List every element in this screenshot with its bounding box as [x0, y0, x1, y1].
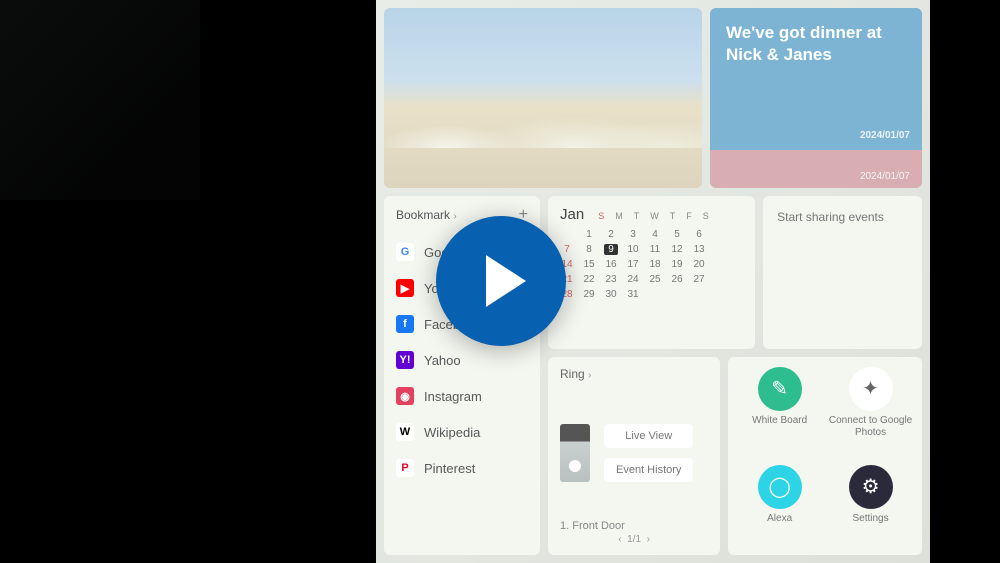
ring-event-history-button[interactable]: Event History [604, 458, 693, 482]
calendar-day[interactable]: 15 [582, 259, 596, 270]
app-icon: ⚙ [849, 465, 893, 509]
ring-widget: Ring › Live View Event History 1. Front … [548, 357, 720, 555]
bookmark-item-pinterest[interactable]: P Pinterest [396, 450, 528, 486]
calendar-day[interactable]: 20 [692, 259, 706, 270]
calendar-day[interactable]: 5 [670, 229, 684, 240]
events-widget[interactable]: Start sharing events [763, 196, 922, 349]
calendar-day[interactable]: 1 [582, 229, 596, 240]
calendar-day[interactable]: 2 [604, 229, 618, 240]
calendar-day[interactable]: 4 [648, 229, 662, 240]
yahoo-icon: Y! [396, 351, 414, 369]
calendar-day[interactable]: 29 [582, 289, 596, 300]
calendar-day[interactable]: 27 [692, 274, 706, 285]
bookmark-label: Pinterest [424, 461, 475, 476]
ring-title[interactable]: Ring › [560, 367, 708, 381]
calendar-widget[interactable]: Jan SMTWTFS 1234567891011121314151617181… [548, 196, 755, 349]
calendar-day[interactable]: 17 [626, 259, 640, 270]
bookmark-label: Wikipedia [424, 425, 480, 440]
app-label: Connect to Google Photos [827, 415, 914, 439]
chevron-right-icon: › [588, 370, 591, 381]
reminder-text: We've got dinner at Nick & Janes [726, 22, 906, 66]
facebook-icon: f [396, 315, 414, 333]
bookmark-title[interactable]: Bookmark › [396, 208, 457, 222]
calendar-day[interactable]: 6 [692, 229, 706, 240]
reminder-date-top: 2024/01/07 [860, 129, 910, 142]
calendar-day[interactable]: 26 [670, 274, 684, 285]
app-settings[interactable]: ⚙ Settings [827, 465, 914, 545]
bookmark-label: Instagram [424, 389, 482, 404]
bookmark-item-yahoo[interactable]: Y! Yahoo [396, 342, 528, 378]
video-play-button[interactable] [436, 216, 566, 346]
calendar-day[interactable]: 13 [692, 244, 706, 255]
play-icon [486, 255, 526, 307]
pinterest-icon: P [396, 459, 414, 477]
reminder-widget[interactable]: We've got dinner at Nick & Janes 2024/01… [710, 8, 922, 188]
calendar-day [560, 229, 574, 240]
calendar-day[interactable]: 11 [648, 244, 662, 255]
apps-grid: ✎ White Board ✦ Connect to Google Photos ◯ Al… [728, 357, 922, 555]
calendar-day[interactable]: 16 [604, 259, 618, 270]
app-label: White Board [752, 415, 807, 427]
instagram-icon: ◉ [396, 387, 414, 405]
youtube-icon: ▶ [396, 279, 414, 297]
ambient-shadow [0, 0, 200, 200]
app-icon: ◯ [758, 465, 802, 509]
calendar-day [670, 289, 684, 300]
wikipedia-icon: W [396, 423, 414, 441]
chevron-right-icon: › [453, 211, 456, 222]
app-alexa[interactable]: ◯ Alexa [736, 465, 823, 545]
app-icon: ✦ [849, 367, 893, 411]
calendar-month: Jan [560, 206, 584, 223]
app-white-board[interactable]: ✎ White Board [736, 367, 823, 459]
photo-widget[interactable] [384, 8, 702, 188]
calendar-day[interactable]: 30 [604, 289, 618, 300]
reminder-date-bottom: 2024/01/07 [860, 171, 910, 182]
calendar-day[interactable]: 24 [626, 274, 640, 285]
bookmark-item-instagram[interactable]: ◉ Instagram [396, 378, 528, 414]
events-placeholder: Start sharing events [777, 210, 884, 224]
calendar-day[interactable]: 19 [670, 259, 684, 270]
calendar-day[interactable]: 10 [626, 244, 640, 255]
calendar-day[interactable]: 12 [670, 244, 684, 255]
calendar-day [648, 289, 662, 300]
calendar-day [692, 289, 706, 300]
calendar-day[interactable]: 7 [560, 244, 574, 255]
ring-device-label: 1. Front Door [560, 520, 708, 532]
google-icon: G [396, 243, 414, 261]
bookmark-label: Yahoo [424, 353, 461, 368]
calendar-day[interactable]: 18 [648, 259, 662, 270]
bookmark-item-wikipedia[interactable]: W Wikipedia [396, 414, 528, 450]
ring-pager: ‹ 1/1 › [560, 534, 708, 545]
calendar-day[interactable]: 23 [604, 274, 618, 285]
app-icon: ✎ [758, 367, 802, 411]
app-label: Settings [852, 513, 888, 525]
calendar-day[interactable]: 9 [604, 244, 618, 255]
calendar-day[interactable]: 31 [626, 289, 640, 300]
app-connect-to-google-photos[interactable]: ✦ Connect to Google Photos [827, 367, 914, 459]
calendar-day[interactable]: 25 [648, 274, 662, 285]
doorbell-thumbnail[interactable] [560, 424, 590, 482]
ring-live-view-button[interactable]: Live View [604, 424, 693, 448]
calendar-day[interactable]: 3 [626, 229, 640, 240]
calendar-day[interactable]: 8 [582, 244, 596, 255]
calendar-day[interactable]: 22 [582, 274, 596, 285]
app-label: Alexa [767, 513, 792, 525]
